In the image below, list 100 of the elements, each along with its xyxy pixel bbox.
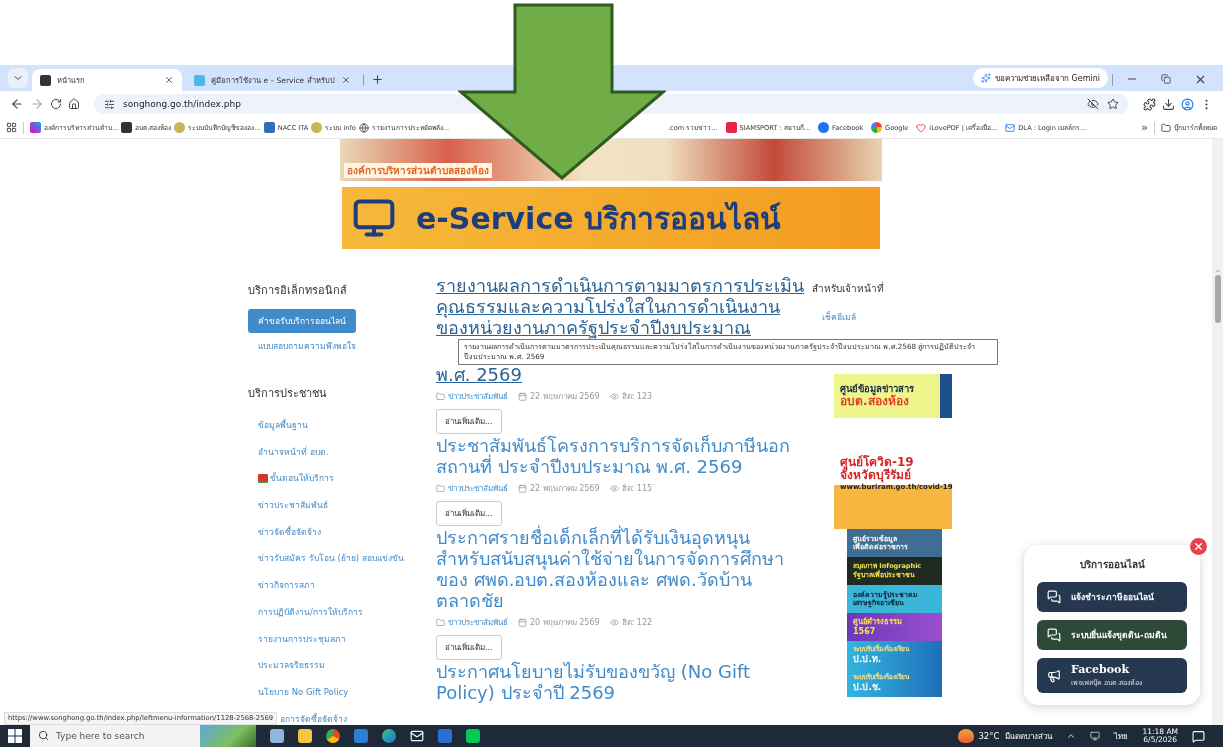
widget-title: บริการออนไลน์ <box>1079 557 1145 573</box>
eye-off-icon[interactable] <box>1087 98 1099 110</box>
weather-text: มีแดดบางส่วน <box>1005 730 1053 743</box>
notification-icon[interactable] <box>1192 729 1205 743</box>
link-banner[interactable]: ศูนย์ข้อมูลข่าวสาร อบต.สองห้อง <box>834 374 952 418</box>
scrollbar[interactable] <box>1212 139 1223 725</box>
windows-logo-icon[interactable] <box>8 729 22 743</box>
language-indicator[interactable]: ไทย <box>1114 729 1129 743</box>
service-button[interactable]: ระบบยื่นแจ้งขุดดิน-ถมดิน <box>1037 620 1187 651</box>
sidebar-item[interactable]: อการจัดซื้อจัดจ้าง <box>280 705 357 725</box>
read-more-button[interactable]: อ่านเพิ่มเติม... <box>436 501 502 526</box>
temperature: 32°C <box>978 731 1000 741</box>
taskbar-search-field[interactable]: Type here to search <box>30 725 200 747</box>
close-icon[interactable] <box>164 75 174 85</box>
sidebar-item[interactable]: ข้อมูลพื้นฐาน <box>248 411 318 439</box>
display-icon[interactable] <box>1090 731 1101 741</box>
download-icon[interactable] <box>1162 97 1175 111</box>
monitor-icon <box>352 196 396 240</box>
publish-date: 22 พฤษภาคม 2569 <box>530 483 600 495</box>
folder-icon <box>436 618 445 627</box>
profile-icon[interactable] <box>1181 97 1194 111</box>
sidebar-item[interactable]: อำนาจหน้าที่ อบต. <box>248 438 339 466</box>
heart-icon <box>916 122 927 133</box>
article-title-line[interactable]: Policy) ประจำปี 2569 <box>436 682 750 703</box>
mail-icon <box>1005 122 1016 133</box>
service-button[interactable]: แจ้งชำระภาษีออนไลน์ <box>1037 582 1187 613</box>
edge-icon[interactable] <box>382 729 396 743</box>
sidebar-heading: บริการอิเล็กทรอนิกส์ <box>248 282 348 299</box>
sidebar-item[interactable]: ข่าวรับสมัคร รับโอน (ย้าย) สอบแข่งขัน <box>248 545 414 572</box>
chat-icon <box>1047 628 1061 643</box>
read-more-button[interactable]: อ่านเพิ่มเติม... <box>436 635 502 660</box>
article-title-line[interactable]: ตลาดชัย <box>436 590 784 611</box>
hit-count: ฮิต: 115 <box>621 483 653 495</box>
sidebar-item[interactable]: แบบสอบถามความพึงพอใจ <box>248 333 366 360</box>
bookmark-favicon <box>725 122 737 133</box>
restore-icon <box>1161 74 1171 84</box>
steps-icon <box>258 473 268 483</box>
plus-icon <box>371 72 385 86</box>
article-title-line[interactable]: ของ ศพด.อบต.สองห้องและ ศพด.วัดบ้าน <box>436 569 784 590</box>
reload-icon[interactable] <box>50 98 62 110</box>
bookmark-favicon <box>263 122 275 133</box>
chat-icon <box>1047 590 1061 605</box>
category-link[interactable]: ข่าวประชาสัมพันธ์ <box>448 482 508 495</box>
tab-favicon <box>194 74 205 86</box>
sidebar-item[interactable]: นโยบาย No Gift Policy <box>248 678 359 706</box>
article-title-line[interactable]: สำหรับสนับสนุนค่าใช้จ่ายในการจัดการศึกษา <box>436 548 784 569</box>
extensions-icon[interactable] <box>1143 97 1156 111</box>
organization-name: องค์การบริหารส่วนตำบลสองห้อง <box>344 163 492 178</box>
search-icon <box>38 730 49 741</box>
close-button[interactable] <box>1190 538 1207 556</box>
bookmark-favicon <box>30 122 41 133</box>
category-link[interactable]: ข่าวประชาสัมพันธ์ <box>448 616 508 629</box>
eye-icon <box>609 392 619 401</box>
sidebar-item[interactable]: รายงานการประชุมสภา <box>248 625 356 652</box>
weather-icon[interactable] <box>958 729 975 743</box>
sidebar-item[interactable]: คำขอรับบริการออนไลน์ <box>248 309 356 333</box>
article-title-line[interactable]: ประกาศนโยบายไม่รับของขวัญ (No Gift <box>436 661 750 682</box>
calendar-icon <box>518 392 527 401</box>
gemini-button[interactable]: ขอความช่วยเหลือจาก Gemini <box>973 68 1108 88</box>
chevron-up-icon[interactable] <box>1066 731 1077 741</box>
mail-icon[interactable] <box>410 729 424 743</box>
seal-icon <box>311 122 323 133</box>
article-title-line[interactable]: รายงานผลการดำเนินการตามมาตรการประเมิน <box>436 275 804 296</box>
sidebar-item[interactable]: การปฏิบัติงาน/การให้บริการ <box>248 598 373 626</box>
article-title-line[interactable]: พ.ศ. 2569 <box>436 364 804 385</box>
eye-icon <box>609 484 619 493</box>
sidebar-item[interactable]: ประมวลจริยธรรม <box>248 651 335 679</box>
folder-icon <box>436 484 445 493</box>
category-link[interactable]: ข่าวประชาสัมพันธ์ <box>448 390 508 403</box>
calendar-icon <box>518 618 527 627</box>
sidebar-item[interactable]: ข่าวประชาสัมพันธ์ <box>248 491 338 519</box>
article-title-line[interactable]: ประกาศรายชื่อเด็กเล็กที่ได้รับเงินอุดหนุน <box>436 527 784 548</box>
hit-count: ฮิต: 123 <box>621 391 653 403</box>
staff-heading: สำหรับเจ้าหน้าที่ <box>812 280 885 296</box>
chrome-icon[interactable] <box>326 729 340 743</box>
close-icon <box>1193 541 1204 553</box>
sidebar-item[interactable]: ขั้นตอนให้บริการ <box>248 465 344 492</box>
apps-icon[interactable] <box>6 122 17 133</box>
sidebar-item[interactable]: ข่าวกิจการสภา <box>248 571 325 599</box>
scrollbar-thumb[interactable] <box>1214 275 1221 323</box>
sidebar-item[interactable]: ข่าวจัดซื้อจัดจ้าง <box>248 518 331 546</box>
site-info-icon[interactable] <box>104 98 115 110</box>
staff-link[interactable]: เช็คอีเมล์ <box>812 310 1212 324</box>
article-title-line[interactable]: คุณธรรมและความโปร่งใสในการดำเนินงาน <box>436 296 804 317</box>
close-icon[interactable] <box>340 75 351 85</box>
bookmark-favicon <box>121 122 133 133</box>
sidebar-heading: บริการประชาชน <box>248 385 328 402</box>
megaphone-icon <box>1047 668 1061 683</box>
search-highlight-picture <box>200 725 256 747</box>
globe-icon <box>358 122 369 133</box>
home-icon[interactable] <box>68 98 80 110</box>
sparkle-icon <box>981 73 991 83</box>
facebook-icon <box>818 122 830 133</box>
publish-date: 20 พฤษภาคม 2569 <box>530 617 600 629</box>
article-title-line[interactable]: ของหน่วยงานภาครัฐประจำปีงบประมาณ <box>436 317 804 338</box>
read-more-button[interactable]: อ่านเพิ่มเติม... <box>436 409 502 434</box>
article-title-line[interactable]: สถานที่ ประจำปีงบประมาณ พ.ศ. 2569 <box>436 456 790 477</box>
more-bookmarks-button[interactable]: » <box>1141 121 1148 134</box>
back-icon[interactable] <box>10 97 24 111</box>
bookmark-star-icon[interactable] <box>1107 98 1119 110</box>
